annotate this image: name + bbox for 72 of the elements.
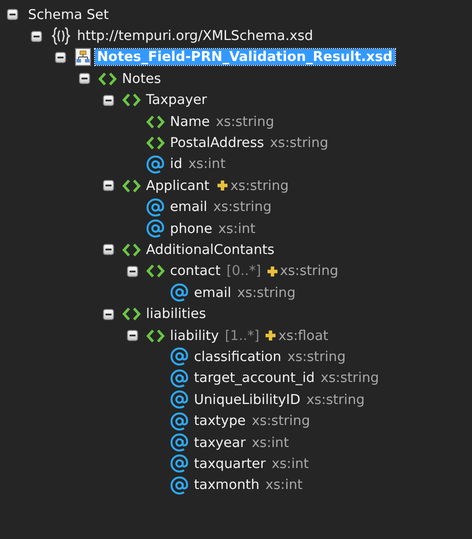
at-sign-icon — [170, 412, 189, 431]
collapse-toggle[interactable] — [127, 330, 138, 342]
collapse-toggle[interactable] — [79, 73, 90, 84]
element-icon — [122, 93, 141, 108]
node-label[interactable]: taxmonth — [192, 477, 262, 494]
collapse-toggle[interactable] — [103, 94, 114, 106]
node-label[interactable]: UniqueLibilityID — [192, 392, 302, 408]
type-label: xs:string — [216, 114, 274, 130]
node-label[interactable]: Applicant — [144, 178, 212, 194]
node-label[interactable]: liability — [168, 328, 221, 344]
collapse-toggle[interactable] — [55, 52, 66, 63]
node-label[interactable]: AdditionalContants — [144, 242, 276, 258]
type-label: xs:string — [213, 199, 272, 216]
at-sign-icon — [146, 154, 165, 174]
element-icon — [122, 307, 141, 322]
node-label[interactable]: taxtype — [192, 413, 248, 430]
element-icon — [122, 178, 141, 193]
element-icon — [146, 328, 165, 343]
at-sign-icon — [170, 454, 189, 474]
type-label: xs:int — [272, 456, 309, 472]
node-label[interactable]: Taxpayer — [144, 92, 209, 108]
type-label: xs:int — [188, 156, 226, 172]
node-label[interactable]: Notes — [120, 70, 163, 87]
type-label: xs:string — [280, 263, 338, 280]
type-label: xs:string — [306, 392, 365, 408]
node-label[interactable]: taxquarter — [192, 456, 268, 472]
type-label: xs:string — [270, 135, 328, 152]
node-label[interactable]: classification — [192, 348, 284, 365]
at-sign-icon — [146, 198, 165, 217]
node-label[interactable]: contact — [168, 263, 223, 280]
type-label: xs:string — [287, 348, 346, 365]
at-sign-icon — [170, 368, 189, 388]
at-sign-icon — [146, 219, 165, 238]
node-label[interactable]: email — [168, 199, 210, 216]
type-label: xs:int — [252, 434, 289, 450]
type-label: xs:float — [278, 328, 328, 344]
braces-icon — [50, 27, 72, 46]
multiplicity-label: [1..*] — [224, 328, 260, 344]
node-label[interactable]: Schema Set — [26, 6, 111, 23]
collapse-toggle[interactable] — [127, 266, 138, 277]
node-label[interactable]: http://tempuri.org/XMLSchema.xsd — [75, 28, 316, 44]
type-label: xs:string — [237, 284, 296, 301]
node-label[interactable]: email — [192, 284, 234, 301]
multiplicity-label: [0..*] — [226, 263, 261, 280]
type-label: xs:int — [218, 220, 256, 237]
at-sign-icon — [170, 283, 189, 302]
type-label: xs:string — [230, 178, 289, 194]
type-label: xs:string — [320, 370, 379, 386]
node-label[interactable]: phone — [168, 220, 214, 237]
collapse-toggle[interactable] — [31, 30, 42, 42]
node-label[interactable]: PostalAddress — [168, 135, 266, 152]
collapse-toggle[interactable] — [103, 180, 114, 192]
node-label[interactable]: id — [168, 156, 184, 172]
at-sign-icon — [170, 347, 189, 366]
at-sign-icon — [170, 433, 189, 452]
element-icon — [98, 72, 117, 86]
collapse-toggle[interactable] — [103, 244, 114, 256]
element-icon — [146, 114, 165, 129]
schema-file-icon — [74, 48, 92, 66]
type-label: xs:string — [252, 413, 310, 430]
element-icon — [146, 264, 165, 278]
at-sign-icon — [170, 476, 189, 495]
type-label: xs:int — [265, 477, 303, 494]
element-icon — [146, 136, 165, 150]
collapse-toggle[interactable] — [103, 308, 114, 320]
collapse-toggle[interactable] — [7, 9, 18, 20]
node-label[interactable]: liabilities — [144, 306, 208, 322]
element-icon — [122, 242, 141, 257]
node-label[interactable]: Name — [168, 114, 212, 130]
node-label[interactable]: target_account_id — [192, 370, 317, 386]
node-label[interactable]: taxyear — [192, 434, 248, 450]
at-sign-icon — [170, 390, 189, 410]
